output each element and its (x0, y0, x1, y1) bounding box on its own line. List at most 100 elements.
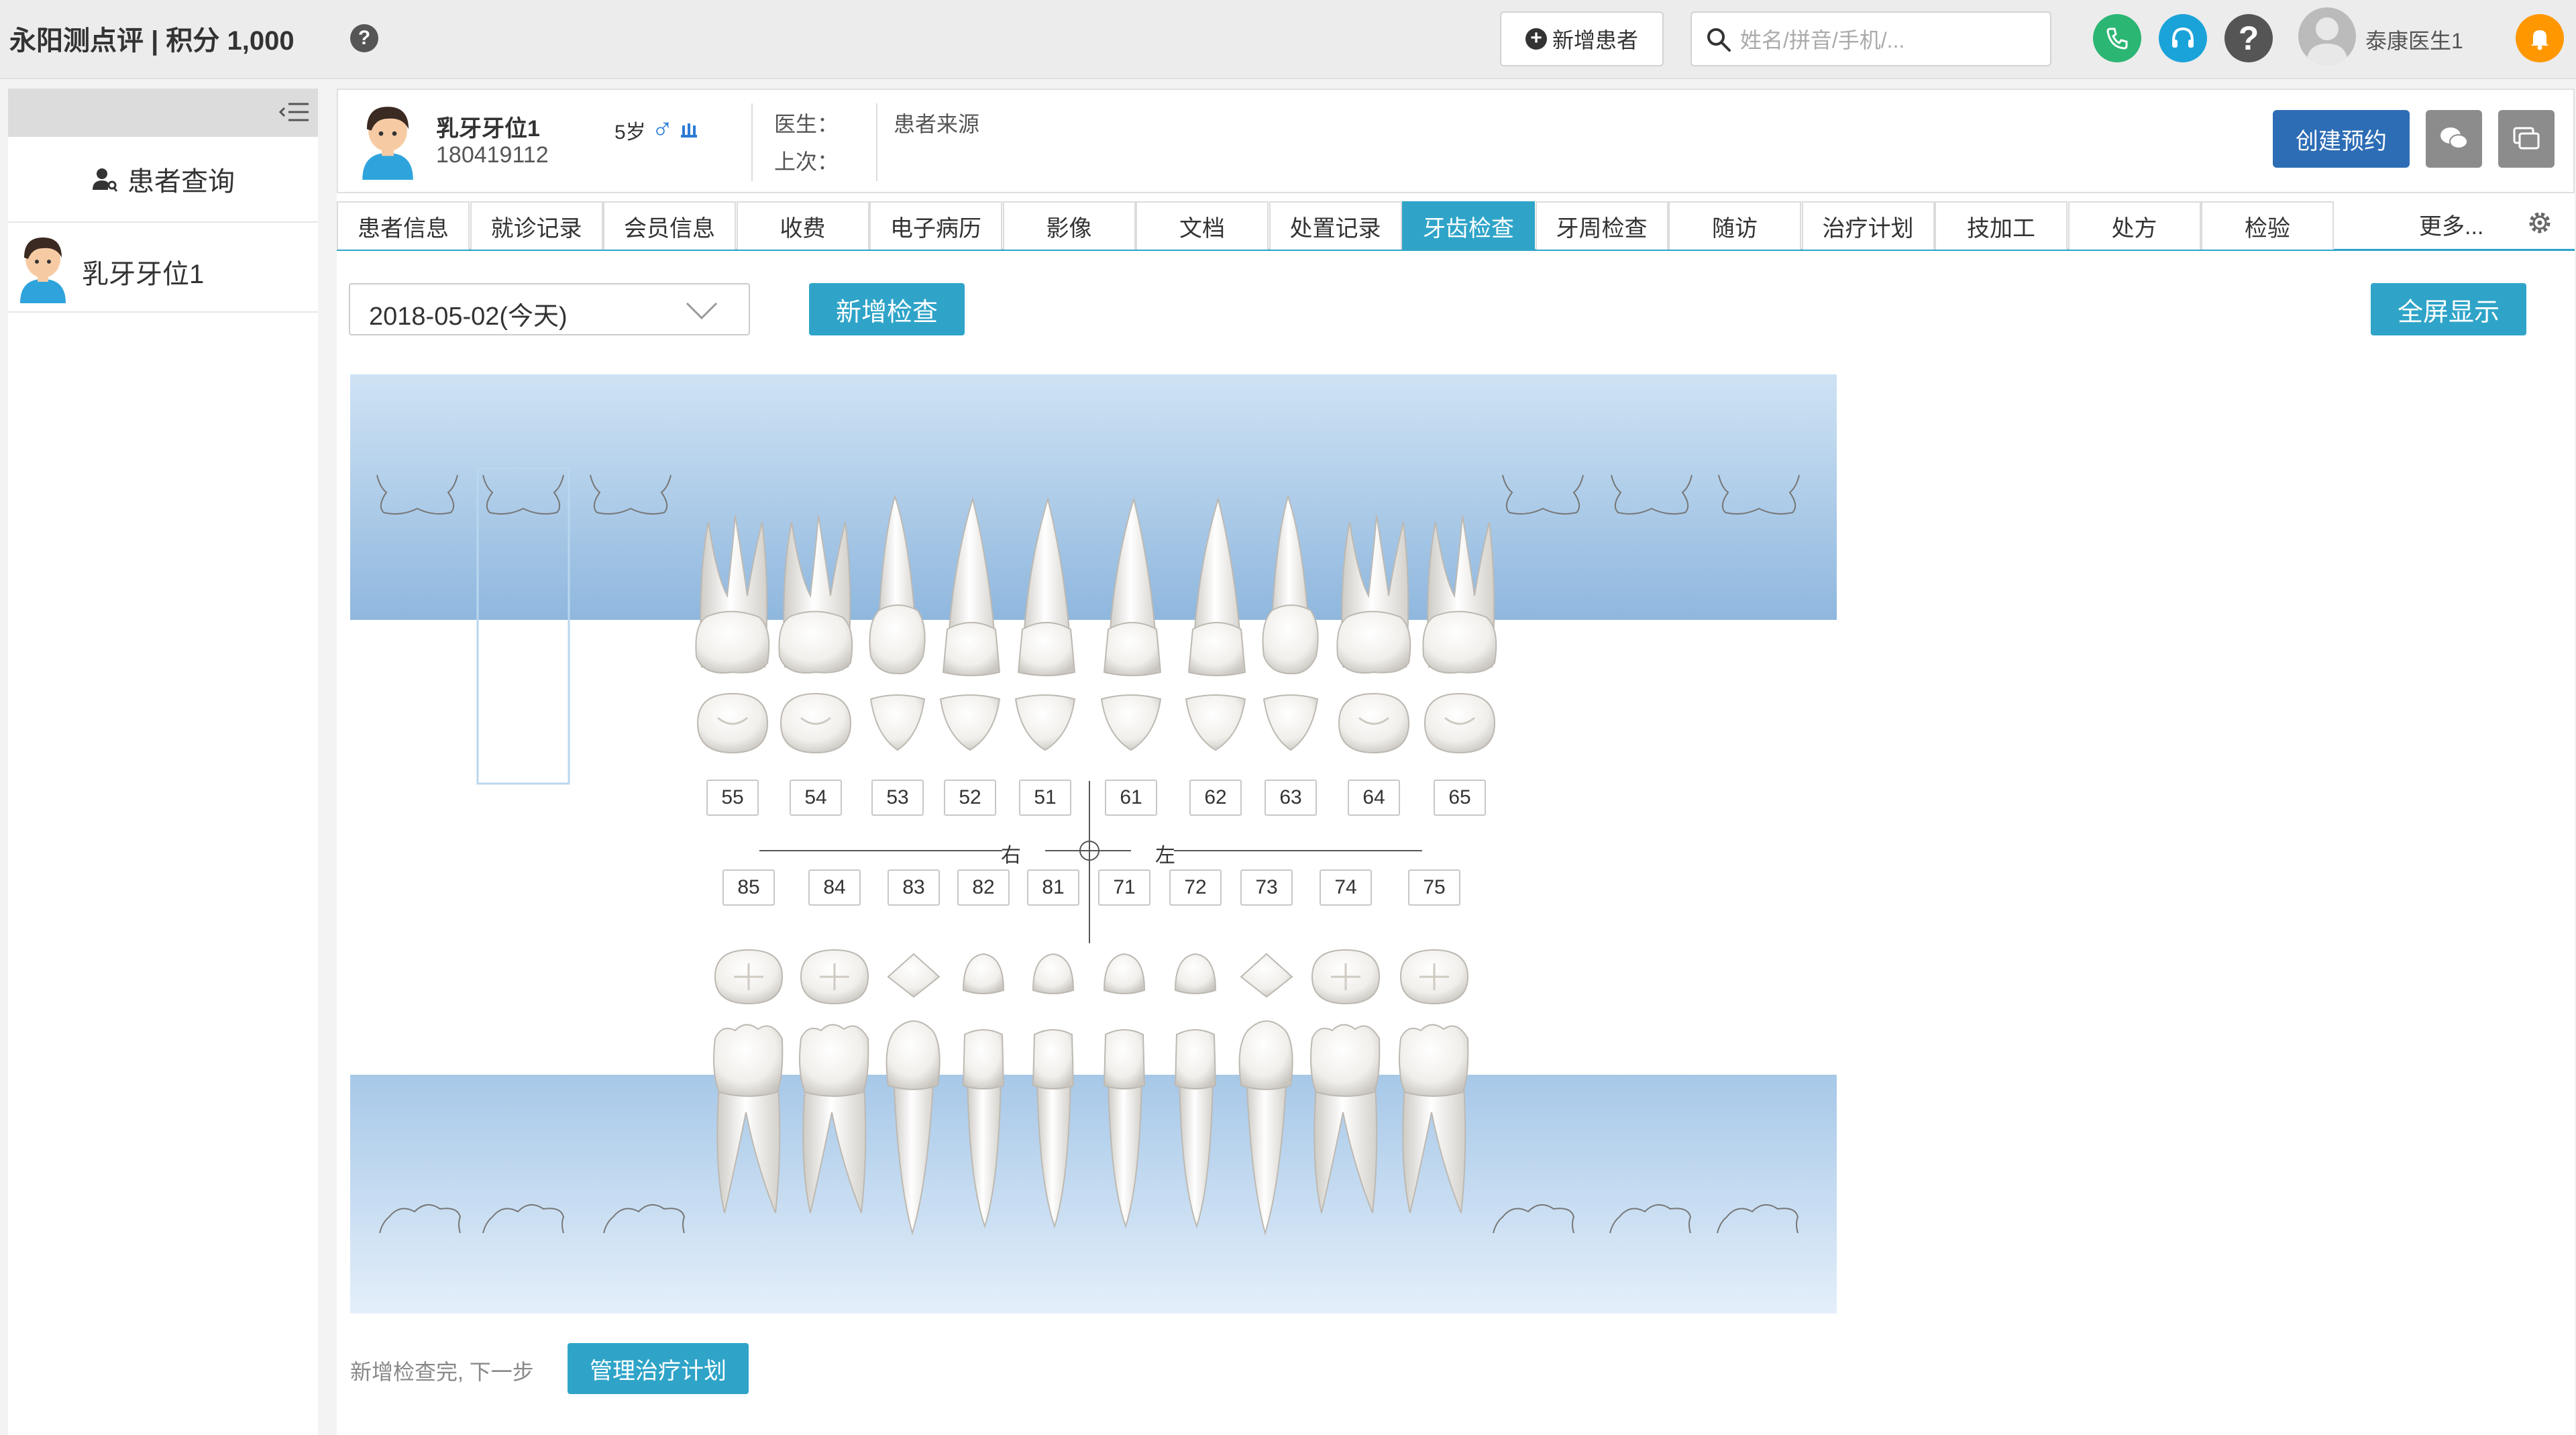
search-box[interactable] (1690, 11, 2051, 66)
top-bar: 永阳测点评 | 积分 1,000 ? + 新增患者 ? 泰康医生1 (0, 0, 2576, 79)
doctor-label: 医生： (774, 112, 839, 136)
tooth-number-lower[interactable]: 85 (722, 869, 775, 906)
search-input[interactable] (1739, 21, 2043, 60)
exam-date-value: 2018-05-02(今天) (369, 303, 568, 331)
tab[interactable]: 处方 (2068, 201, 2201, 250)
lower-occlusal[interactable] (887, 953, 941, 998)
tooth-number-upper[interactable]: 61 (1105, 780, 1157, 816)
tooth-number-lower[interactable]: 75 (1408, 869, 1460, 906)
tab[interactable]: 文档 (1136, 201, 1269, 250)
tab-bar: 患者信息 就诊记录 会员信息 收费 电子病历 影像 文档 处置记录 牙齿检查 牙周检查 随访 治疗计划… (337, 201, 2575, 251)
tab[interactable]: 治疗计划 (1801, 201, 1935, 250)
sidebar: 患者查询 乳牙牙位1 (8, 89, 318, 1435)
patient-query-button[interactable]: 患者查询 (8, 137, 318, 223)
tooth-number-upper[interactable]: 53 (871, 780, 924, 816)
tab[interactable]: 处置记录 (1269, 201, 1402, 250)
patient-source-label: 患者来源 (894, 112, 980, 136)
help-small-icon[interactable]: ? (350, 24, 378, 52)
user-avatar[interactable] (2298, 7, 2356, 65)
bell-icon[interactable] (2516, 14, 2564, 62)
wechat-button[interactable] (2426, 110, 2482, 168)
fullscreen-button[interactable]: 全屏显示 (2371, 283, 2526, 335)
tab[interactable]: 会员信息 (603, 201, 736, 250)
sidebar-header (8, 89, 318, 137)
male-icon: ♂ (651, 113, 674, 146)
content-panel: 患者信息 就诊记录 会员信息 收费 电子病历 影像 文档 处置记录 牙齿检查 牙周检查 随访 治疗计划… (337, 193, 2575, 1435)
dental-chart[interactable]: 右 左 55 54 53 52 51 61 62 63 64 65 85 84 83 82 81 71 72 73… (350, 374, 1837, 1323)
tab[interactable]: 牙齿检查 (1402, 201, 1535, 250)
tooth-type-icon (681, 123, 698, 138)
chat-icon (2513, 127, 2540, 150)
lower-occlusal[interactable] (962, 953, 1005, 994)
upper-tooth[interactable] (695, 515, 770, 754)
tooth-number-lower[interactable]: 83 (888, 869, 940, 906)
lower-occlusal[interactable] (1174, 953, 1217, 994)
upper-occlusal[interactable] (1100, 694, 1162, 751)
header-divider (751, 103, 753, 181)
patient-id: 180419112 (436, 142, 549, 168)
tooth-number-lower[interactable]: 82 (957, 869, 1010, 906)
tab[interactable]: 检验 (2201, 201, 2334, 250)
wechat-icon (2440, 127, 2468, 149)
upper-tooth[interactable] (778, 515, 853, 754)
tab[interactable]: 牙周检查 (1535, 201, 1668, 250)
new-patient-button[interactable]: + 新增患者 (1500, 11, 1664, 66)
gear-icon[interactable] (2525, 208, 2555, 237)
tab[interactable]: 随访 (1668, 201, 1801, 250)
lower-occlusal[interactable] (1103, 953, 1146, 994)
headset-icon[interactable] (2159, 14, 2207, 62)
tooth-number-upper[interactable]: 51 (1019, 780, 1071, 816)
search-icon (1707, 28, 1731, 52)
tooth-number-upper[interactable]: 55 (706, 780, 759, 816)
upper-occlusal[interactable] (1014, 694, 1076, 751)
upper-occlusal[interactable] (1263, 694, 1319, 751)
patient-query-label: 患者查询 (127, 167, 235, 197)
tooth-number-upper[interactable]: 54 (790, 780, 842, 816)
tab[interactable]: 患者信息 (337, 201, 470, 250)
patient-avatar (362, 107, 413, 180)
header-divider (876, 103, 877, 181)
user-name[interactable]: 泰康医生1 (2365, 24, 2463, 55)
tooth-number-lower[interactable]: 71 (1098, 869, 1150, 906)
tab[interactable]: 就诊记录 (470, 201, 603, 250)
next-step-text: 新增检查完, 下一步 (350, 1360, 534, 1384)
dental-chart-graphic (350, 374, 1837, 1314)
upper-gum (350, 374, 1837, 620)
manage-treatment-plan-button[interactable]: 管理治疗计划 (568, 1343, 749, 1394)
collapse-sidebar-icon[interactable] (276, 97, 314, 127)
tooth-number-lower[interactable]: 84 (808, 869, 861, 906)
tab[interactable]: 影像 (1002, 201, 1136, 250)
upper-occlusal[interactable] (939, 694, 1001, 751)
lower-occlusal[interactable] (1240, 953, 1293, 998)
plus-circle-icon: + (1525, 28, 1547, 50)
help-icon[interactable]: ? (2224, 14, 2273, 62)
more-tabs-link[interactable]: 更多... (2419, 208, 2483, 241)
tab[interactable]: 技加工 (1935, 201, 2068, 250)
tooth-number-upper[interactable]: 64 (1348, 780, 1400, 816)
tooth-number-upper[interactable]: 65 (1434, 780, 1486, 816)
tab[interactable]: 电子病历 (869, 201, 1002, 250)
upper-occlusal[interactable] (1185, 694, 1246, 751)
phone-icon[interactable] (2093, 14, 2141, 62)
tooth-number-lower[interactable]: 73 (1240, 869, 1293, 906)
patient-age: 5岁 ♂ (614, 113, 699, 146)
tooth-number-lower[interactable]: 81 (1027, 869, 1079, 906)
lower-occlusal[interactable] (1032, 953, 1075, 994)
tooth-number-upper[interactable]: 63 (1265, 780, 1317, 816)
message-button[interactable] (2498, 110, 2555, 168)
new-exam-button[interactable]: 新增检查 (809, 283, 965, 335)
last-visit-label: 上次： (774, 150, 839, 174)
upper-tooth[interactable] (1422, 515, 1497, 754)
exam-date-select[interactable]: 2018-05-02(今天) (349, 283, 750, 335)
tooth-number-upper[interactable]: 62 (1189, 780, 1242, 816)
upper-tooth[interactable] (1336, 515, 1411, 754)
create-appointment-button[interactable]: 创建预约 (2273, 110, 2410, 168)
tab[interactable]: 收费 (736, 201, 869, 250)
tooth-number-lower[interactable]: 72 (1169, 869, 1222, 906)
tooth-number-lower[interactable]: 74 (1320, 869, 1372, 906)
upper-occlusal[interactable] (869, 694, 926, 751)
sidebar-patient-item[interactable]: 乳牙牙位1 (8, 224, 318, 313)
tooth-number-upper[interactable]: 52 (944, 780, 996, 816)
patient-header: 乳牙牙位1 180419112 5岁 ♂ 医生： 上次： 患者来源 创建预约 (337, 89, 2575, 193)
app-title: 永阳测点评 | 积分 1,000 (9, 26, 294, 56)
